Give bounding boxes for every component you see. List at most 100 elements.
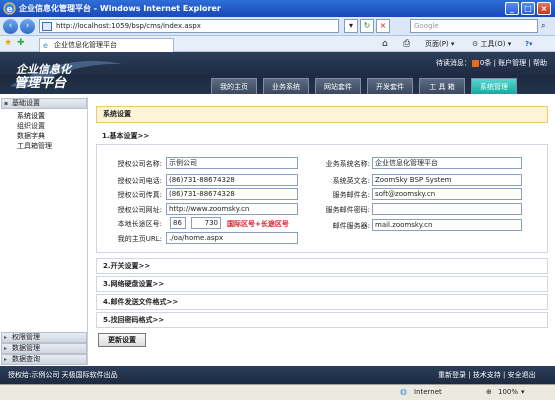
expand-arrow-icon: ▸: [4, 345, 8, 352]
browser-tab-label: 企业信息化管理平台: [54, 41, 117, 49]
logout-link[interactable]: 安全退出: [508, 371, 536, 379]
stop-icon[interactable]: ×: [376, 19, 390, 33]
section-basic-settings[interactable]: 1.基本设置>>: [96, 129, 548, 145]
page-menu-label: 页面(P): [425, 40, 449, 48]
tab-toolbox[interactable]: 工 具 箱: [419, 78, 465, 94]
footer-links: 重新登录 | 技术支持 | 安全退出: [438, 371, 536, 379]
sidebar-group-data-query-label: 数据查询: [12, 355, 40, 363]
company-website-label: 授权公司网址:: [117, 206, 162, 214]
zoom-dropdown-icon[interactable]: ▾: [521, 385, 525, 399]
collapse-arrow-icon: ▪: [4, 100, 9, 107]
globe-icon: ◍: [400, 387, 407, 396]
company-phone-field[interactable]: (86)731-88674328: [166, 174, 298, 186]
refresh-icon[interactable]: ↻: [360, 19, 374, 33]
sidebar-group-permissions-label: 权限管理: [12, 333, 40, 341]
company-fax-field[interactable]: (86)731-88674328: [166, 188, 298, 200]
support-link[interactable]: 技术支持: [473, 371, 501, 379]
company-name-field[interactable]: 示例公司: [166, 157, 298, 169]
dropdown-arrow-icon[interactable]: ▾: [344, 19, 358, 33]
english-name-field[interactable]: ZoomSky BSP System: [372, 174, 522, 186]
mail-server-label: 邮件服务器:: [332, 222, 370, 230]
svg-text:e: e: [7, 5, 13, 15]
svg-text:企业信息化: 企业信息化: [16, 63, 73, 76]
ie-logo-icon: e: [3, 2, 16, 15]
zoom-level[interactable]: 100%: [498, 385, 518, 399]
country-code-field[interactable]: 86: [170, 217, 186, 229]
section-password-format[interactable]: 5.找回密码格式>>: [96, 312, 548, 328]
sidebar-item-data-dictionary[interactable]: 数据字典: [17, 131, 45, 141]
back-button[interactable]: ‹: [3, 19, 18, 34]
page-title: 系统设置: [96, 106, 548, 123]
tools-menu-label: 工具(O): [480, 40, 506, 48]
sidebar-group-data-admin[interactable]: ▸ 数据管理: [1, 343, 87, 354]
address-bar: ‹ › http://localhost:1059/bsp/cms/index.…: [0, 17, 555, 36]
tab-business-system[interactable]: 业务系统: [263, 78, 309, 94]
section-switch-settings[interactable]: 2.开关设置>>: [96, 258, 548, 274]
home-url-field[interactable]: ./oa/home.aspx: [166, 232, 298, 244]
unread-unit: 条: [484, 59, 492, 67]
url-text: http://localhost:1059/bsp/cms/index.aspx: [56, 22, 201, 30]
window-title-bar: e 企业信息化管理平台 - Windows Internet Explorer …: [0, 0, 555, 17]
tools-menu[interactable]: ⚙ 工具(O) ▾: [472, 38, 511, 50]
url-input[interactable]: http://localhost:1059/bsp/cms/index.aspx: [39, 19, 339, 33]
tab-website-suite[interactable]: 网站套件: [315, 78, 361, 94]
area-code-label: 本地长途区号:: [117, 220, 162, 228]
business-name-label: 业务系统名称:: [325, 160, 370, 168]
favorites-star-icon[interactable]: ★: [4, 38, 12, 48]
tab-system-admin[interactable]: 系统管理: [471, 78, 517, 94]
minimize-button[interactable]: _: [505, 2, 519, 15]
mail-server-field[interactable]: mail.zoomsky.cn: [372, 219, 522, 231]
area-code-hint: 国际区号+长途区号: [227, 220, 289, 228]
section-network-disk[interactable]: 3.网络硬盘设置>>: [96, 276, 548, 292]
sidebar-group-data-admin-label: 数据管理: [12, 344, 40, 352]
company-phone-label: 授权公司电话:: [117, 177, 162, 185]
print-icon[interactable]: ⎙: [403, 38, 410, 50]
unread-label: 待读消息：: [435, 59, 471, 67]
forward-button[interactable]: ›: [20, 19, 35, 34]
sidebar-group-permissions[interactable]: ▸ 权限管理: [1, 332, 87, 343]
account-link[interactable]: 账户管理: [498, 59, 526, 67]
sidebar-item-toolbox-admin[interactable]: 工具箱管理: [17, 141, 52, 151]
sidebar-item-org-settings[interactable]: 组织设置: [17, 121, 45, 131]
sidebar-group-basic-label: 基础设置: [12, 99, 40, 107]
home-icon[interactable]: ⌂: [382, 38, 388, 50]
sidebar-item-system-settings[interactable]: 系统设置: [17, 111, 45, 121]
help-link[interactable]: 帮助: [533, 59, 547, 67]
app-footer: 授权给:示例公司 天极国际软件出品 重新登录 | 技术支持 | 安全退出: [0, 366, 555, 384]
close-window-button[interactable]: ×: [537, 2, 551, 15]
search-icon[interactable]: ⌕: [541, 21, 545, 31]
sidebar-group-data-query[interactable]: ▸ 数据查询: [1, 354, 87, 365]
mail-password-field[interactable]: [372, 203, 522, 215]
mail-password-label: 服务邮件密码:: [325, 206, 370, 214]
business-name-field[interactable]: 企业信息化管理平台: [372, 157, 522, 169]
add-favorites-icon[interactable]: ✚: [17, 38, 25, 48]
zoom-icon: ⊕: [486, 388, 492, 396]
svg-text:管理平台: 管理平台: [14, 75, 67, 91]
maximize-button[interactable]: □: [521, 2, 535, 15]
tab-ie-icon: e: [43, 41, 48, 50]
search-placeholder: Google: [414, 22, 439, 30]
company-fax-label: 授权公司传真:: [117, 191, 162, 199]
update-settings-button[interactable]: 更新设置: [98, 333, 146, 347]
help-icon[interactable]: ?▾: [525, 38, 533, 50]
sidebar-group-basic[interactable]: ▪ 基础设置: [1, 98, 87, 109]
message-badge-icon: [471, 59, 479, 67]
search-input[interactable]: Google: [410, 19, 538, 33]
browser-toolbar: ★ ✚ e 企业信息化管理平台 ⌂ ⎙ 页面(P) ▾ ⚙ 工具(O) ▾ ?▾: [0, 36, 555, 52]
browser-tab[interactable]: e 企业信息化管理平台: [39, 38, 174, 52]
expand-arrow-icon: ▸: [4, 356, 8, 363]
area-code-field[interactable]: 730: [191, 217, 221, 229]
page-menu[interactable]: 页面(P) ▾: [425, 38, 454, 50]
tab-dev-suite[interactable]: 开发套件: [367, 78, 413, 94]
page-icon: [42, 22, 52, 31]
section-mail-format[interactable]: 4.邮件发送文件格式>>: [96, 294, 548, 310]
app-logo: 企业信息化 管理平台: [10, 60, 122, 91]
company-name-label: 授权公司名称:: [117, 160, 162, 168]
tab-my-home[interactable]: 我的主页: [211, 78, 257, 94]
english-name-label: 系统英文名:: [332, 177, 370, 185]
zone-label: Internet: [414, 388, 442, 396]
company-website-field[interactable]: http://www.zoomsky.cn: [166, 203, 298, 215]
relogin-link[interactable]: 重新登录: [438, 371, 466, 379]
service-mail-field[interactable]: soft@zoomsky.cn: [372, 188, 522, 200]
service-mail-label: 服务邮件名:: [332, 191, 370, 199]
